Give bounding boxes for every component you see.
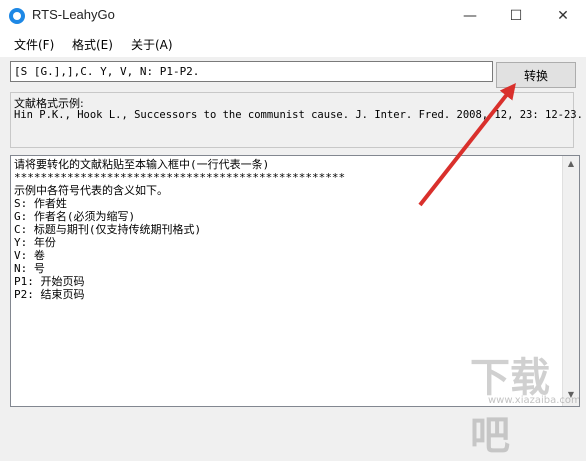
legend-line-p2: P2: 结束页码 [14, 288, 85, 301]
format-input[interactable]: [S [G.],],C. Y, V, N: P1-P2. [10, 61, 493, 82]
legend-line-p1: P1: 开始页码 [14, 275, 85, 288]
watermark-text: 下载吧 [470, 355, 550, 459]
window-title: RTS-LeahyGo [32, 7, 115, 22]
separator-line: ****************************************… [14, 171, 346, 184]
maximize-button[interactable]: ☐ [493, 0, 539, 31]
sample-text: Hin P.K., Hook L., Successors to the com… [14, 109, 583, 121]
legend-intro-line: 示例中各符号代表的含义如下。 [14, 184, 168, 197]
menu-format[interactable]: 格式(E) [72, 36, 113, 53]
legend-line-s: S: 作者姓 [14, 197, 67, 210]
legend-line-y: Y: 年份 [14, 236, 56, 249]
minimize-button[interactable]: — [447, 0, 493, 31]
legend-line-g: G: 作者名(必须为缩写) [14, 210, 136, 223]
legend-line-c: C: 标题与期刊(仅支持传统期刊格式) [14, 223, 202, 236]
menu-bar: 文件(F) 格式(E) 关于(A) [0, 31, 586, 57]
title-bar: RTS-LeahyGo — ☐ ✕ [0, 0, 586, 31]
legend-line-n: N: 号 [14, 262, 45, 275]
sample-format-panel: 文献格式示例: Hin P.K., Hook L., Successors to… [10, 92, 583, 148]
scroll-up-icon[interactable]: ▲ [566, 159, 576, 169]
instruction-line: 请将要转化的文献粘贴至本输入框中(一行代表一条) [14, 158, 270, 171]
menu-about[interactable]: 关于(A) [131, 36, 173, 53]
watermark-url: www.xiazaiba.com [488, 395, 581, 406]
legend-line-v: V: 卷 [14, 249, 45, 262]
menu-file[interactable]: 文件(F) [14, 36, 54, 53]
close-button[interactable]: ✕ [540, 0, 586, 31]
convert-button[interactable]: 转换 [496, 62, 576, 88]
app-logo-icon [9, 8, 25, 24]
